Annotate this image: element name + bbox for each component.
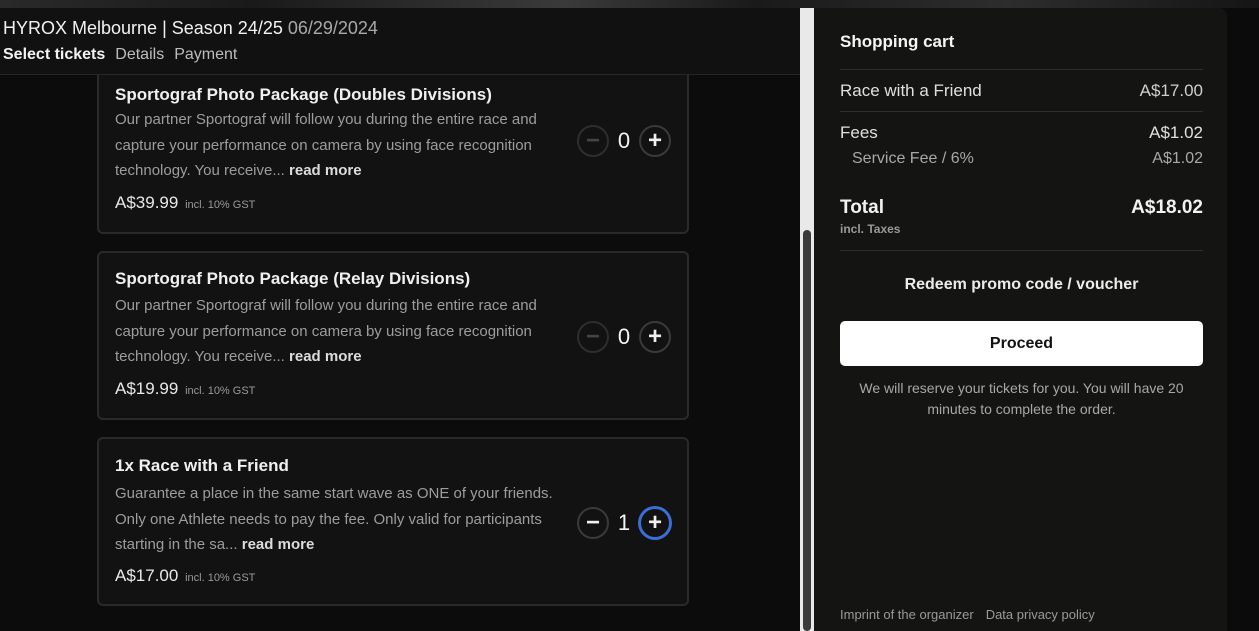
increase-quantity-button[interactable]: + [639, 125, 671, 157]
step-details[interactable]: Details [115, 46, 164, 64]
checkout-header: HYROX Melbourne | Season 24/25 06/29/202… [0, 8, 800, 75]
cart-divider [840, 111, 1203, 112]
ticket-price: A$39.99 incl. 10% GST [115, 193, 255, 213]
shopping-cart-panel: Shopping cart Race with a Friend A$17.00… [814, 8, 1227, 631]
price-value: A$39.99 [115, 193, 179, 212]
total-amount: A$18.02 [1131, 197, 1203, 218]
quantity-value: 1 [617, 510, 631, 535]
quantity-stepper: − 0 + [577, 124, 673, 158]
reservation-note: We will reserve your tickets for you. Yo… [859, 380, 1184, 417]
fees-amount: A$1.02 [1149, 123, 1203, 142]
cart-line-item: Race with a Friend A$17.00 [840, 81, 1203, 101]
event-title: HYROX Melbourne | Season 24/25 06/29/202… [3, 18, 378, 39]
gst-note: incl. 10% GST [185, 199, 256, 211]
ticket-card-race-with-friend: 1x Race with a Friend Guarantee a place … [97, 437, 689, 606]
decrease-quantity-button[interactable]: − [577, 125, 609, 157]
quantity-value: 0 [617, 324, 631, 349]
ticket-selection-panel: HYROX Melbourne | Season 24/25 06/29/202… [0, 8, 800, 631]
gst-note: incl. 10% GST [185, 572, 256, 584]
cart-title: Shopping cart [840, 32, 955, 51]
service-fee-label: Service Fee / 6% [852, 150, 974, 167]
checkout-steps: Select tickets Details Payment [3, 46, 237, 64]
step-payment[interactable]: Payment [174, 46, 237, 64]
service-fee-row: Service Fee / 6% A$1.02 [840, 150, 1203, 168]
event-date: 06/29/2024 [287, 18, 378, 38]
total-label: Total [840, 197, 884, 218]
step-select-tickets[interactable]: Select tickets [3, 46, 105, 64]
incl-taxes-note: incl. Taxes [840, 222, 901, 236]
price-value: A$19.99 [115, 379, 179, 398]
read-more-link[interactable]: read more [289, 162, 362, 179]
line-item-amount: A$17.00 [1139, 81, 1203, 100]
ticket-price: A$19.99 incl. 10% GST [115, 379, 255, 399]
proceed-button[interactable]: Proceed [840, 321, 1203, 366]
scrollbar-thumb[interactable] [803, 230, 811, 631]
event-name: HYROX Melbourne | Season 24/25 [3, 18, 283, 38]
fees-label: Fees [840, 123, 878, 142]
ticket-description: Our partner Sportograf will follow you d… [115, 293, 555, 370]
ticket-card-photo-relay: Sportograf Photo Package (Relay Division… [97, 251, 689, 420]
ticket-price: A$17.00 incl. 10% GST [115, 566, 255, 586]
ticket-title: Sportograf Photo Package (Relay Division… [115, 269, 471, 288]
ticket-description-text: Guarantee a place in the same start wave… [115, 485, 553, 553]
ticket-description: Guarantee a place in the same start wave… [115, 481, 555, 558]
ticket-description: Our partner Sportograf will follow you d… [115, 107, 555, 184]
imprint-link[interactable]: Imprint of the organizer [840, 607, 974, 622]
ticket-title: Sportograf Photo Package (Doubles Divisi… [115, 85, 492, 104]
ticket-title: 1x Race with a Friend [115, 456, 289, 475]
price-value: A$17.00 [115, 566, 179, 585]
increase-quantity-button[interactable]: + [639, 507, 671, 539]
cart-footer: Imprint of the organizer Data privacy po… [840, 607, 1095, 622]
quantity-value: 0 [617, 128, 631, 153]
decrease-quantity-button[interactable]: − [577, 507, 609, 539]
read-more-link[interactable]: read more [289, 348, 362, 365]
privacy-policy-link[interactable]: Data privacy policy [986, 607, 1095, 622]
decrease-quantity-button[interactable]: − [577, 321, 609, 353]
quantity-stepper: − 1 + [577, 506, 673, 540]
background-image-strip [0, 0, 1259, 8]
fees-row: Fees A$1.02 [840, 123, 1203, 143]
line-item-label: Race with a Friend [840, 81, 982, 100]
gst-note: incl. 10% GST [185, 385, 256, 397]
quantity-stepper: − 0 + [577, 320, 673, 354]
increase-quantity-button[interactable]: + [639, 321, 671, 353]
read-more-link[interactable]: read more [242, 536, 315, 553]
cart-divider [840, 69, 1203, 70]
ticket-card-photo-doubles: Sportograf Photo Package (Doubles Divisi… [97, 67, 689, 234]
service-fee-amount: A$1.02 [1152, 150, 1203, 167]
total-row: Total A$18.02 [840, 197, 1203, 219]
cart-divider [840, 250, 1203, 251]
redeem-promo-link[interactable]: Redeem promo code / voucher [840, 276, 1203, 294]
